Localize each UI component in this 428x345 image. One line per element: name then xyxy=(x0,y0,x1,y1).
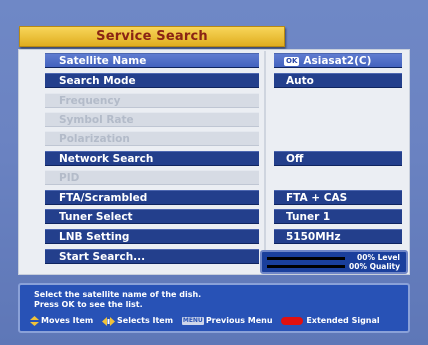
menu-item-label: PID xyxy=(59,172,80,184)
column-divider xyxy=(264,51,266,272)
value-lnb-setting[interactable]: 5150MHz xyxy=(274,229,402,244)
extended-signal-text: Extended Signal xyxy=(306,316,380,325)
menu-item-label: LNB Setting xyxy=(59,231,130,243)
menu-item-pid: PID xyxy=(45,170,259,185)
menu-item-satellite-name[interactable]: Satellite Name xyxy=(45,53,259,68)
value-network-search[interactable]: Off xyxy=(274,151,402,166)
signal-quality-text: 00% Quality xyxy=(349,262,400,271)
menu-item-label: Symbol Rate xyxy=(59,114,134,126)
page-title: Service Search xyxy=(96,29,208,44)
menu-key-icon: MENU xyxy=(181,317,204,325)
menu-item-label: Search Mode xyxy=(59,75,136,87)
menu-item-label: Network Search xyxy=(59,153,154,165)
signal-level-text: 00% Level xyxy=(357,253,400,262)
menu-item-lnb-setting[interactable]: LNB Setting xyxy=(45,229,259,244)
menu-item-label: FTA/Scrambled xyxy=(59,192,148,204)
menu-item-tuner-select[interactable]: Tuner Select xyxy=(45,209,259,224)
menu-item-label: Start Search... xyxy=(59,251,146,263)
selects-item-text: Selects Item xyxy=(117,316,174,325)
menu-item-start-search[interactable]: Start Search... xyxy=(45,249,259,264)
help-line-2: Press OK to see the list. xyxy=(34,300,143,309)
value-text: FTA + CAS xyxy=(286,192,348,204)
signal-meter: 00% Level 00% Quality xyxy=(260,250,408,274)
menu-item-label: Polarization xyxy=(59,133,130,145)
menu-item-label: Satellite Name xyxy=(59,55,147,67)
signal-level-bar xyxy=(267,257,345,260)
menu-item-search-mode[interactable]: Search Mode xyxy=(45,73,259,88)
menu-item-symbol-rate: Symbol Rate xyxy=(45,112,259,127)
help-panel: Select the satellite name of the dish. P… xyxy=(18,283,410,333)
menu-item-fta-scrambled[interactable]: FTA/Scrambled xyxy=(45,190,259,205)
menu-item-polarization: Polarization xyxy=(45,131,259,146)
menu-item-label: Tuner Select xyxy=(59,211,133,223)
service-search-screen: Service Search Satellite Name Search Mod… xyxy=(0,0,428,345)
menu-item-network-search[interactable]: Network Search xyxy=(45,151,259,166)
key-legend: Moves Item Selects Item MENU Previous Men… xyxy=(30,316,380,327)
previous-menu-text: Previous Menu xyxy=(205,316,273,325)
value-text: 5150MHz xyxy=(286,231,341,243)
value-text: Auto xyxy=(286,75,314,87)
left-right-arrows-icon xyxy=(102,316,116,326)
value-text: Off xyxy=(286,153,304,165)
moves-item-text: Moves Item xyxy=(41,316,94,325)
help-line-1: Select the satellite name of the dish. xyxy=(34,290,202,299)
title-bar: Service Search xyxy=(19,26,285,47)
value-search-mode[interactable]: Auto xyxy=(274,73,402,88)
red-key-icon xyxy=(281,317,304,325)
value-satellite-name[interactable]: OK Asiasat2(C) xyxy=(274,53,402,68)
value-text: Tuner 1 xyxy=(286,211,331,223)
menu-item-frequency: Frequency xyxy=(45,93,259,108)
value-tuner-select[interactable]: Tuner 1 xyxy=(274,209,402,224)
signal-quality-bar xyxy=(267,265,345,268)
value-fta-scrambled[interactable]: FTA + CAS xyxy=(274,190,402,205)
ok-button-icon: OK xyxy=(284,57,300,66)
menu-item-label: Frequency xyxy=(59,95,121,107)
value-text: Asiasat2(C) xyxy=(303,55,372,67)
up-down-arrows-icon xyxy=(30,316,39,326)
